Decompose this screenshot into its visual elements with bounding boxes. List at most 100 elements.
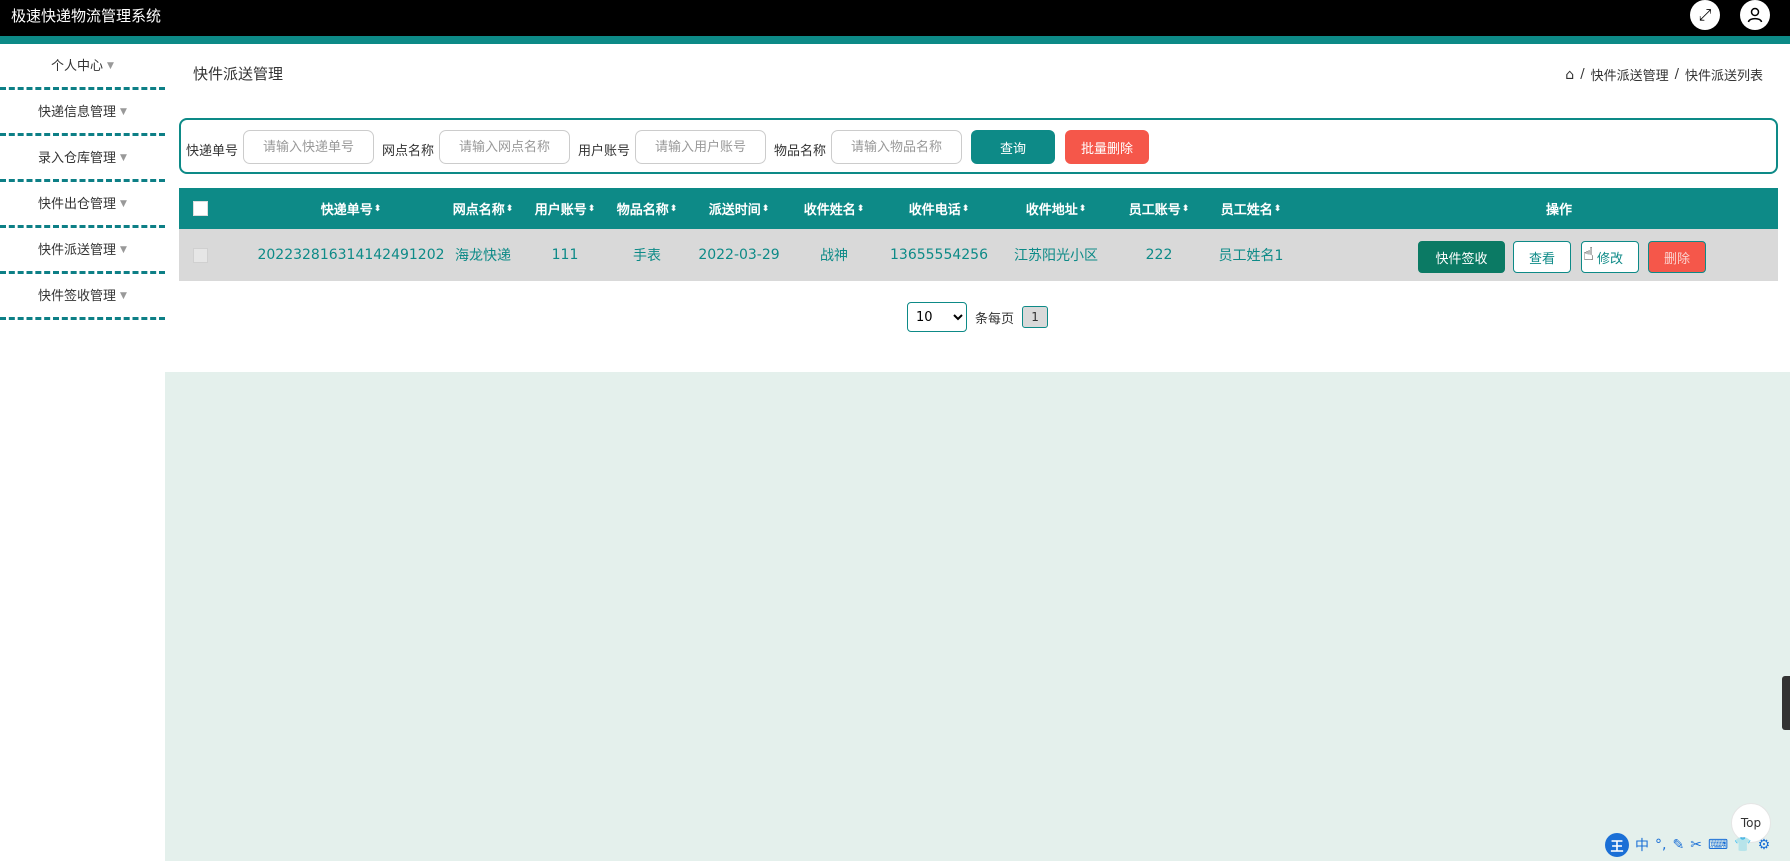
item-name-label: 物品名称 (774, 144, 827, 159)
hand-cursor-icon: ☝ (1583, 244, 1594, 265)
sort-icon: ⬍ (1181, 203, 1190, 214)
sidebar-item-label: 快件签收管理 (38, 289, 117, 304)
ime-toolbar: 王 中 °, ✎ ✂ ⌨ 👕 ⚙ (1605, 831, 1770, 859)
breadcrumb-separator: / (1674, 67, 1679, 82)
sidebar-item-warehouse-out[interactable]: 快件出仓管理 ▼ (0, 182, 165, 228)
ime-handwrite-icon[interactable]: ✎ (1672, 837, 1684, 853)
cell-user-account: 111 (551, 247, 579, 263)
cell-tracking-number: 20223281631414249120​2 (257, 247, 445, 263)
top-accent-bar (0, 36, 1790, 44)
page-size-select[interactable]: 10 (907, 302, 967, 332)
search-panel: 快递单号 网点名称 用户账号 物品名称 查询 批量删除 (179, 118, 1778, 174)
query-button[interactable]: 查询 (971, 130, 1055, 164)
sort-icon: ⬍ (373, 203, 382, 214)
ime-settings-icon[interactable]: ⚙ (1758, 837, 1771, 853)
sidebar-item-label: 快递信息管理 (38, 105, 117, 120)
sidebar-item-label: 快件派送管理 (38, 243, 117, 258)
expand-icon: ⤢ (1698, 5, 1712, 24)
sidebar-item-personal-center[interactable]: 个人中心 ▼ (0, 44, 165, 90)
fullscreen-button[interactable]: ⤢ (1690, 0, 1720, 30)
column-header[interactable]: 快递单号 ⬍ (261, 188, 441, 229)
breadcrumb: ⌂ / 快件派送管理 / 快件派送列表 (1565, 65, 1763, 85)
breadcrumb-separator: / (1580, 67, 1585, 82)
breadcrumb-item[interactable]: 快件派送管理 (1591, 65, 1669, 84)
cell-recipient-phone: 13655554256 (890, 247, 988, 263)
sort-icon: ⬍ (669, 203, 678, 214)
table-row: 20223281631414249120​2 海龙快递 111 手表 2022-… (179, 229, 1778, 281)
ime-language-icon[interactable]: 中 (1635, 835, 1649, 855)
ime-punctuation-icon[interactable]: °, (1655, 837, 1666, 853)
row-select-cell (179, 229, 221, 281)
row-checkbox[interactable] (192, 247, 208, 263)
sidebar-item-label: 个人中心 (51, 59, 104, 74)
column-header[interactable]: 物品名称 ⬍ (605, 188, 689, 229)
delete-button[interactable]: 删除 (1648, 241, 1706, 273)
column-header[interactable]: 员工账号 ⬍ (1113, 188, 1205, 229)
sort-icon: ⬍ (761, 203, 770, 214)
outlet-name-input[interactable] (439, 130, 570, 164)
dispatch-table: 快递单号 ⬍ 网点名称 ⬍ 用户账号 ⬍ 物品名称 ⬍ 派送时间 ⬍ 收件姓名 ⬍ 收件电话… (179, 188, 1778, 281)
ime-skin-icon[interactable]: 👕 (1734, 837, 1751, 853)
page-title: 快件派送管理 (193, 65, 284, 83)
cell-staff-name: 员工姓名1 (1218, 248, 1284, 264)
tracking-number-label: 快递单号 (186, 144, 239, 159)
column-header[interactable]: 收件地址 ⬍ (999, 188, 1113, 229)
cell-item-name: 手表 (633, 248, 661, 264)
ime-scissors-icon[interactable]: ✂ (1690, 837, 1702, 853)
column-header[interactable]: 用户账号 ⬍ (525, 188, 605, 229)
page-number-button[interactable]: 1 (1022, 306, 1049, 328)
caret-down-icon: ▼ (120, 245, 127, 255)
sort-icon: ⬍ (587, 203, 596, 214)
caret-down-icon: ▼ (107, 61, 114, 71)
main-background (165, 372, 1790, 861)
column-header-actions: 操作 (1545, 203, 1572, 218)
batch-delete-button[interactable]: 批量删除 (1065, 130, 1149, 164)
sort-icon: ⬍ (1273, 203, 1282, 214)
sort-icon: ⬍ (505, 203, 514, 214)
cell-recipient-address: 江苏阳光小区 (1014, 248, 1098, 264)
sort-icon: ⬍ (1078, 203, 1087, 214)
user-icon (1747, 7, 1763, 23)
caret-down-icon: ▼ (120, 107, 127, 117)
cell-staff-account: 222 (1145, 247, 1173, 263)
breadcrumb-item: 快件派送列表 (1684, 69, 1763, 84)
app-title: 极速快递物流管理系统 (11, 7, 162, 25)
item-name-input[interactable] (831, 130, 962, 164)
cell-dispatch-time: 2022-03-29 (698, 247, 780, 263)
column-header[interactable]: 派送时间 ⬍ (689, 188, 789, 229)
caret-down-icon: ▼ (120, 291, 127, 301)
user-account-input[interactable] (635, 130, 766, 164)
tracking-number-input[interactable] (243, 130, 374, 164)
column-header[interactable]: 网点名称 ⬍ (439, 188, 527, 229)
home-icon[interactable]: ⌂ (1565, 67, 1574, 83)
side-drawer-handle[interactable] (1782, 676, 1790, 730)
table-header: 快递单号 ⬍ 网点名称 ⬍ 用户账号 ⬍ 物品名称 ⬍ 派送时间 ⬍ 收件姓名 ⬍ 收件电话… (179, 188, 1778, 229)
sidebar-item-label: 录入仓库管理 (38, 151, 117, 166)
view-button[interactable]: 查看 (1513, 241, 1571, 273)
per-page-label: 条每页 (975, 311, 1015, 327)
sidebar-item-warehouse-entry[interactable]: 录入仓库管理 ▼ (0, 136, 165, 182)
sort-icon: ⬍ (856, 203, 865, 214)
ime-keyboard-icon[interactable]: ⌨ (1708, 837, 1728, 853)
sidebar-item-sign[interactable]: 快件签收管理 ▼ (0, 274, 165, 320)
column-header[interactable]: 收件姓名 ⬍ (791, 188, 877, 229)
sidebar-item-dispatch[interactable]: 快件派送管理 ▼ (0, 228, 165, 274)
sidebar-item-express-info[interactable]: 快递信息管理 ▼ (0, 90, 165, 136)
select-all-checkbox[interactable] (192, 201, 208, 216)
ime-logo-icon[interactable]: 王 (1605, 833, 1629, 857)
cell-recipient-name: 战神 (820, 248, 848, 264)
top-bar: 极速快递物流管理系统 ⤢ (0, 0, 1790, 36)
outlet-name-label: 网点名称 (382, 144, 435, 159)
sidebar: 个人中心 ▼ 快递信息管理 ▼ 录入仓库管理 ▼ 快件出仓管理 ▼ 快件派送管理 ▼ 快件… (0, 44, 165, 861)
sort-icon: ⬍ (961, 203, 970, 214)
sign-button[interactable]: 快件签收 (1418, 241, 1505, 273)
caret-down-icon: ▼ (120, 153, 127, 163)
select-all-cell (179, 188, 221, 229)
column-header[interactable]: 员工姓名 ⬍ (1205, 188, 1297, 229)
user-account-label: 用户账号 (578, 144, 631, 159)
pagination: 10 条每页 1 (907, 302, 1049, 332)
user-button[interactable] (1740, 0, 1770, 30)
sidebar-item-label: 快件出仓管理 (38, 197, 117, 212)
cell-outlet-name: 海龙快递 (455, 248, 511, 264)
column-header[interactable]: 收件电话 ⬍ (879, 188, 999, 229)
